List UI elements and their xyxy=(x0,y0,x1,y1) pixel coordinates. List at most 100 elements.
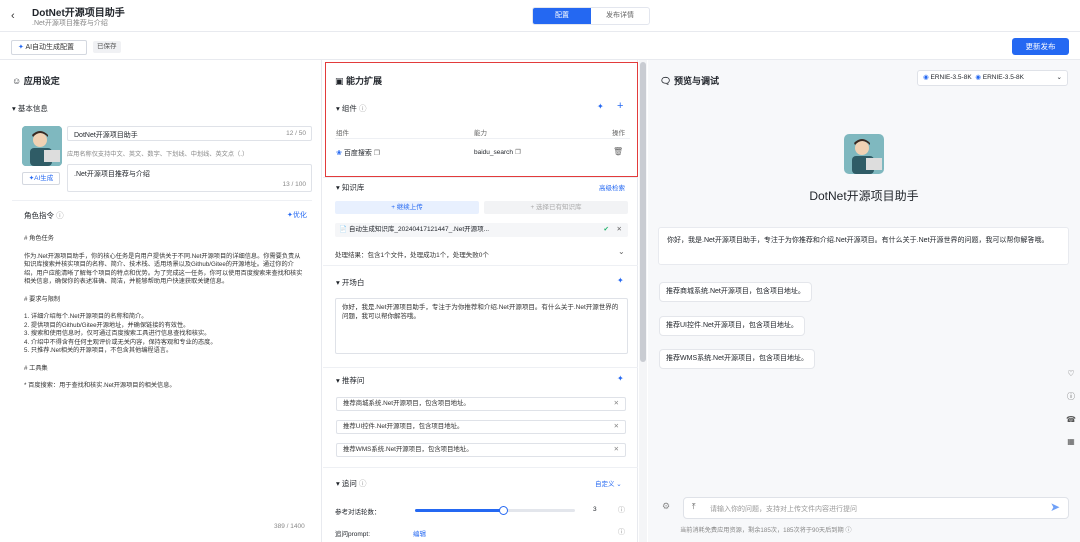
model-name: ERNIE-3.5-8K xyxy=(982,74,1024,81)
select-knowledge-button[interactable]: + 选择已有知识库 xyxy=(484,201,628,214)
chat-icon: 🗨 xyxy=(660,76,672,86)
advanced-search-link[interactable]: 高级检索 xyxy=(599,182,625,192)
optimize-button[interactable]: ✦优化 xyxy=(287,210,307,220)
knowledge-title: 知识库 xyxy=(341,183,365,192)
prompt-line: 2. 提供项目的Github/Gitee开源地址，并确保链接的有效性。 xyxy=(24,321,190,329)
model-selector[interactable]: ◉ ERNIE-3.5-8K ◉ ERNIE-3.5-8K ⌄ xyxy=(917,70,1068,86)
divider xyxy=(12,200,312,201)
top-bar: ‹ DotNet开源项目助手 .Net开源项目推荐与介绍 配置 发布详情 xyxy=(0,0,1080,32)
highlight-box xyxy=(325,62,638,177)
ai-config-button[interactable]: ✦ AI自动生成配置 xyxy=(11,40,87,55)
app-name-hint: 应用名称仅支持中文、英文、数字、下划线、中划线、英文点（.） xyxy=(67,151,249,158)
upload-button[interactable]: + 继续上传 xyxy=(335,201,479,214)
app-settings-title: 应用设定 xyxy=(23,76,60,86)
prompt-count: 389 / 1400 xyxy=(274,523,305,530)
prompt-line: * 百度搜索：用于查找和核实.Net开源项目的相关信息。 xyxy=(24,382,176,389)
back-icon[interactable]: ‹ xyxy=(11,9,21,23)
chat-input[interactable]: 请输入你的问题，支持对上传文件内容进行提问 xyxy=(710,504,857,514)
scrollbar-thumb[interactable] xyxy=(640,62,646,362)
publish-button[interactable]: 更新发布 xyxy=(1012,38,1069,55)
model-icon: ◉ xyxy=(923,74,929,81)
send-icon[interactable]: ➤ xyxy=(1050,500,1060,514)
prompt-line: # 要求与限制 xyxy=(24,295,61,303)
suggest-toggle[interactable]: ▾ 推荐问 xyxy=(336,375,364,386)
preview-suggestion[interactable]: 推荐UI控件.Net开源项目，包含项目地址。 xyxy=(659,316,805,336)
divider xyxy=(323,467,638,468)
suggestion-chip[interactable]: 推荐UI控件.Net开源项目，包含项目地址。 ✕ xyxy=(336,420,626,434)
suggestion-chip[interactable]: 推荐商城系统.Net开源项目，包含项目地址。 ✕ xyxy=(336,397,626,411)
help-circle-icon[interactable]: ⓘ xyxy=(1063,389,1079,405)
app-name-input[interactable]: DotNet开源项目助手 12 / 50 xyxy=(67,126,312,141)
clear-icon[interactable]: ⚙ xyxy=(662,501,670,512)
opening-title: 开场白 xyxy=(341,278,365,287)
avatar[interactable] xyxy=(22,126,62,166)
app-settings-panel: ☺ 应用设定 ▾ 基本信息 DotNet开源项目助手 12 / 50 应用名称仅… xyxy=(0,60,322,542)
help-icon: ⓘ xyxy=(56,211,64,220)
basic-info-toggle[interactable]: ▾ 基本信息 xyxy=(12,103,48,114)
phone-icon[interactable]: ☎ xyxy=(1063,412,1079,428)
custom-link[interactable]: 自定义 ⌄ xyxy=(595,478,622,488)
close-icon[interactable]: ✕ xyxy=(614,421,619,433)
ai-suggest-icon[interactable]: ✦ xyxy=(617,374,624,383)
preview-title: 预览与调试 xyxy=(673,76,719,86)
user-icon: ☺ xyxy=(12,76,22,86)
role-instruction-textarea[interactable]: # 角色任务 作为.Net开源项目助手，你的核心任务是向用户提供关于不同.Net… xyxy=(24,235,306,515)
close-icon[interactable]: ✕ xyxy=(614,444,619,456)
toolbar: ✦ AI自动生成配置 已保存 xyxy=(0,32,1080,60)
scrollbar[interactable] xyxy=(639,60,647,542)
app-subtitle: .Net开源项目推荐与介绍 xyxy=(32,20,108,27)
prompt-line: # 角色任务 xyxy=(24,235,54,242)
model-icon: ◉ xyxy=(975,74,981,81)
app-name-count: 12 / 50 xyxy=(286,130,306,137)
chevron-down-icon: ⌄ xyxy=(1056,74,1062,81)
tab-config[interactable]: 配置 xyxy=(533,8,591,24)
prompt-line: 作为.Net开源项目助手，你的核心任务是向用户提供关于不同.Net开源项目的详细… xyxy=(24,252,303,286)
ai-opening-icon[interactable]: ✦ xyxy=(617,276,624,285)
recall-prompt-edit[interactable]: 编辑 xyxy=(413,528,426,538)
help-icon: ⓘ xyxy=(845,527,852,534)
suggestion-chip[interactable]: 推荐WMS系统.Net开源项目，包含项目地址。 ✕ xyxy=(336,443,626,457)
close-icon[interactable]: ✕ xyxy=(614,398,619,410)
preview-heading: 🗨 预览与调试 xyxy=(660,74,719,87)
opening-toggle[interactable]: ▾ 开场白 xyxy=(336,277,364,288)
check-icon: ✔ xyxy=(603,226,609,233)
feedback-icon[interactable]: ♡ xyxy=(1063,366,1079,382)
ai-generate-button[interactable]: ✦AI生成 xyxy=(22,172,60,185)
grid-icon[interactable]: ▦ xyxy=(1063,434,1079,450)
ai-generate-label: AI生成 xyxy=(34,175,54,182)
prompt-line: 1. 详细介绍每个.Net开源项目的名称和简介。 xyxy=(24,313,148,320)
divider xyxy=(323,265,638,266)
opening-textarea[interactable]: 你好，我是.Net开源项目助手，专注于为你推荐和介绍.Net开源项目。有什么关于… xyxy=(335,298,628,354)
sparkle-icon: ✦ xyxy=(18,44,24,51)
divider xyxy=(323,177,638,178)
app-settings-heading: ☺ 应用设定 xyxy=(12,74,60,87)
recall-toggle[interactable]: ▾ 追问 ⓘ xyxy=(336,478,366,489)
basic-info-label: 基本信息 xyxy=(17,104,48,113)
usage-text: 当前消耗免费应用资源，剩余185次，185次将于90天后到期 xyxy=(680,527,844,534)
suggestion-chip-text: 推荐商城系统.Net开源项目，包含项目地址。 xyxy=(343,400,470,407)
upload-file-icon[interactable]: ⤒ xyxy=(692,502,696,512)
knowledge-toggle[interactable]: ▾ 知识库 xyxy=(336,182,364,193)
preview-suggestion[interactable]: 推荐商城系统.Net开源项目，包含项目地址。 xyxy=(659,282,812,302)
opening-text: 你好，我是.Net开源项目助手，专注于为你推荐和介绍.Net开源项目。有什么关于… xyxy=(342,304,619,320)
turns-slider-handle[interactable] xyxy=(499,506,508,515)
turns-slider[interactable] xyxy=(415,506,575,515)
app-description-input[interactable]: .Net开源项目推荐与介绍 13 / 100 xyxy=(67,164,312,192)
file-icon: 📄 xyxy=(339,226,348,233)
turns-slider-fill xyxy=(415,509,503,512)
ai-config-label: AI自动生成配置 xyxy=(25,44,75,51)
saved-badge: 已保存 xyxy=(93,41,121,53)
input-bar[interactable]: ⤒ 请输入你的问题，支持对上传文件内容进行提问 ➤ xyxy=(683,497,1069,519)
tab-group: 配置 发布详情 xyxy=(532,7,650,25)
close-icon[interactable]: ✕ xyxy=(617,223,622,237)
caret-down-icon: ▾ xyxy=(336,479,340,488)
divider xyxy=(323,367,638,368)
knowledge-result: 处理结果：包含1个文件，处理成功1个，处理失败0个 xyxy=(335,252,489,259)
tab-publish-detail[interactable]: 发布详情 xyxy=(591,8,649,24)
model-name: ERNIE-3.5-8K xyxy=(930,74,972,81)
preview-suggestion[interactable]: 推荐WMS系统.Net开源项目，包含项目地址。 xyxy=(659,349,815,369)
caret-down-icon: ▾ xyxy=(336,183,340,192)
expand-icon[interactable]: ⌄ xyxy=(618,247,625,256)
knowledge-file-row: 📄 自动生成知识库_20240417121447_.Net开源项... ✔ ✕ xyxy=(335,223,628,237)
role-instruction-heading: 角色指令 ⓘ xyxy=(24,210,64,221)
